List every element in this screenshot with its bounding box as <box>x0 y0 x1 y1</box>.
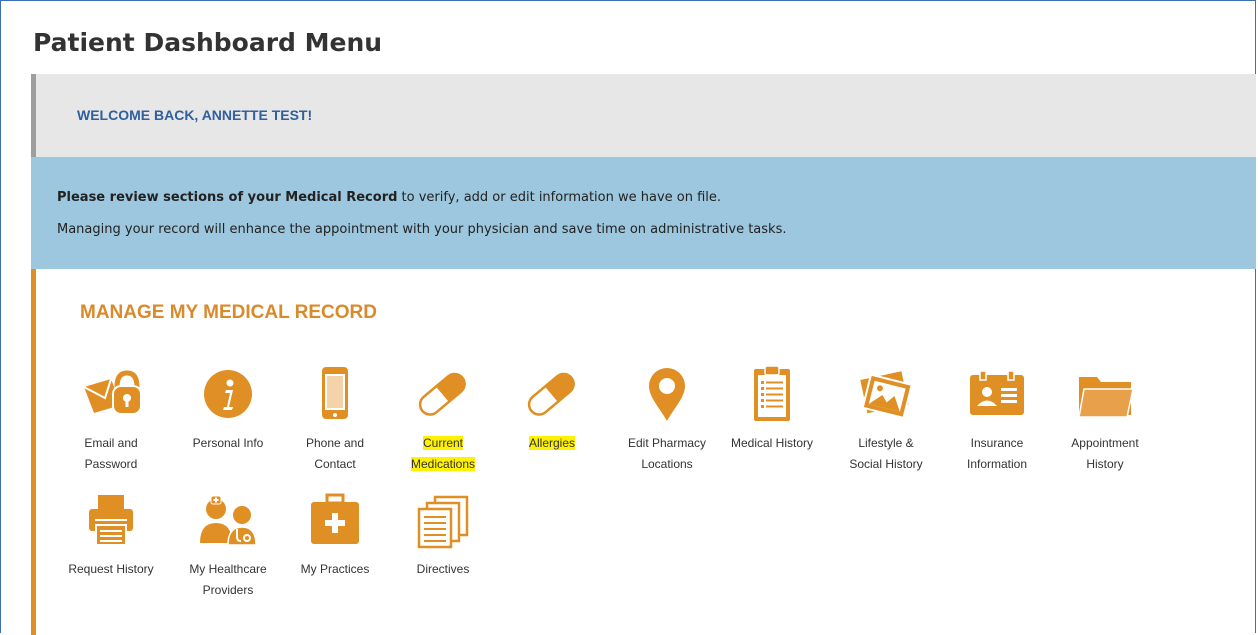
tile-label-line-2: Medications <box>410 457 476 471</box>
tile-label: Appointment History <box>1050 433 1160 475</box>
tile-label-line-1: Insurance <box>970 436 1024 450</box>
tile-phone-and-contact[interactable]: Phone and Contact <box>280 365 390 475</box>
tile-label-line-2: Locations <box>641 457 693 471</box>
tile-label-line-2: Password <box>84 457 138 471</box>
tile-allergies[interactable]: Allergies <box>497 365 607 454</box>
info-line-1-rest: to verify, add or edit information we ha… <box>397 190 722 205</box>
map-pin-icon <box>649 368 685 421</box>
lock-envelope-icon <box>83 370 141 415</box>
info-line-2: Managing your record will enhance the ap… <box>57 222 787 237</box>
tile-label-line-2: Social History <box>849 457 923 471</box>
page-title: Patient Dashboard Menu <box>33 28 383 57</box>
tile-label-line-1: Appointment <box>1071 436 1139 450</box>
tile-request-history[interactable]: Request History <box>56 491 166 580</box>
pill-icon <box>418 372 466 416</box>
tile-label-line-1: Edit Pharmacy <box>627 436 707 450</box>
manage-record-section: MANAGE MY MEDICAL RECORD Email and Passwo… <box>31 269 1256 635</box>
tile-label: Current Medications <box>388 433 498 475</box>
tile-my-healthcare-providers[interactable]: My Healthcare Providers <box>173 491 283 601</box>
tile-label-line-1: Current <box>422 436 463 450</box>
doctors-icon <box>200 495 257 546</box>
folder-icon <box>1078 377 1134 418</box>
pill-icon <box>527 372 575 416</box>
tile-label-line-1: Phone and <box>305 436 365 450</box>
tile-label-line-2: Providers <box>202 583 254 597</box>
photos-icon <box>860 371 913 420</box>
info-line-1-bold: Please review sections of your Medical R… <box>57 190 398 205</box>
tile-label-line-1: Directives <box>416 562 470 576</box>
tile-label: Edit Pharmacy Locations <box>612 433 722 475</box>
printer-icon <box>89 495 133 546</box>
info-banner: Please review sections of your Medical R… <box>31 157 1256 269</box>
tile-label: Request History <box>56 559 166 580</box>
tile-medical-history[interactable]: Medical History <box>717 365 827 454</box>
tile-insurance-information[interactable]: Insurance Information <box>942 365 1052 475</box>
tile-directives[interactable]: Directives <box>388 491 498 580</box>
tile-label-line-1: Request History <box>68 562 154 576</box>
tile-label-line-1: Lifestyle & <box>858 436 914 450</box>
tile-label: Medical History <box>717 433 827 454</box>
tile-label-line-1: Medical History <box>730 436 814 450</box>
tile-label: My Practices <box>280 559 390 580</box>
tile-label: Directives <box>388 559 498 580</box>
documents-icon <box>417 495 469 549</box>
tile-current-medications[interactable]: Current Medications <box>388 365 498 475</box>
welcome-message: WELCOME BACK, ANNETTE TEST! <box>77 107 313 123</box>
tile-label-line-1: Allergies <box>528 436 576 450</box>
first-aid-kit-icon <box>311 493 359 544</box>
tile-label: Email and Password <box>56 433 166 475</box>
tile-label-line-1: My Healthcare <box>189 562 267 576</box>
welcome-banner: WELCOME BACK, ANNETTE TEST! <box>31 74 1256 157</box>
tile-label: Personal Info <box>173 433 283 454</box>
clipboard-icon <box>754 365 790 421</box>
tile-label: Insurance Information <box>942 433 1052 475</box>
tile-label: My Healthcare Providers <box>173 559 283 601</box>
info-icon <box>204 370 252 418</box>
tile-my-practices[interactable]: My Practices <box>280 491 390 580</box>
id-card-icon <box>970 370 1024 415</box>
tile-label-line-1: Personal Info <box>192 436 264 450</box>
manage-record-title: MANAGE MY MEDICAL RECORD <box>80 302 377 323</box>
tile-edit-pharmacy-locations[interactable]: Edit Pharmacy Locations <box>612 365 722 475</box>
tile-label: Phone and Contact <box>280 433 390 475</box>
tile-label-line-2: History <box>1086 457 1124 471</box>
tile-label-line-1: Email and <box>84 436 138 450</box>
phone-icon <box>322 367 348 419</box>
tile-appointment-history[interactable]: Appointment History <box>1050 365 1160 475</box>
info-line-1: Please review sections of your Medical R… <box>57 190 721 205</box>
tile-label: Lifestyle & Social History <box>831 433 941 475</box>
tile-label: Allergies <box>497 433 607 454</box>
tile-label-line-2: Contact <box>314 457 356 471</box>
tile-label-line-2: Information <box>966 457 1028 471</box>
tile-lifestyle-and-social-history[interactable]: Lifestyle & Social History <box>831 365 941 475</box>
tile-label-line-1: My Practices <box>300 562 370 576</box>
tile-email-and-password[interactable]: Email and Password <box>56 365 166 475</box>
tile-personal-info[interactable]: Personal Info <box>173 365 283 454</box>
